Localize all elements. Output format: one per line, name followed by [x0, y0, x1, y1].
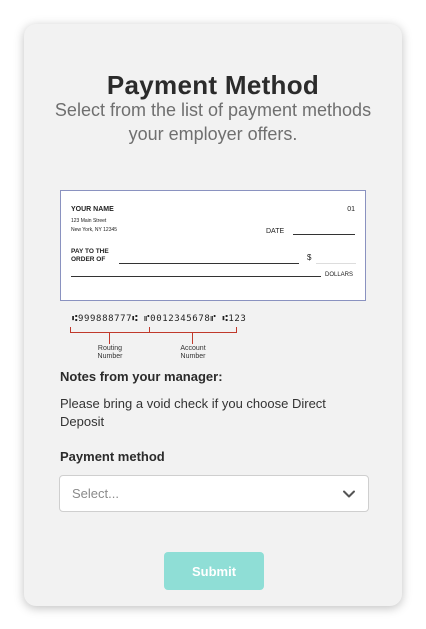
notes-text: Please bring a void check if you choose … — [60, 396, 326, 429]
check-dollar-sign: $ — [307, 253, 312, 262]
check-address-line1: 123 Main Street — [71, 218, 107, 224]
submit-button[interactable]: Submit — [164, 552, 264, 590]
check-dollars-label: DOLLARS — [325, 272, 354, 278]
page-title: Payment Method — [106, 70, 320, 100]
chevron-down-icon — [343, 490, 355, 498]
check-number: 01 — [347, 206, 355, 213]
check-micr: ⑆123 — [222, 314, 247, 324]
check-date-line — [293, 234, 355, 235]
check-name: YOUR NAME — [71, 206, 114, 213]
check: YOUR NAME 123 Main Street New York, NY 1… — [60, 190, 366, 301]
check-micr-line: ⑆999888777⑆ ⑈0012345678⑈ ⑆123 — [72, 314, 252, 324]
page-subtitle: Select from the list of payment methods … — [54, 100, 372, 144]
routing-micr: ⑆999888777⑆ — [72, 314, 139, 324]
account-pointer — [192, 332, 193, 344]
check-address-line2: New York, NY 12345 — [71, 227, 118, 233]
routing-pointer — [109, 332, 110, 344]
payment-method-card: Payment Method Select from the list of p… — [24, 24, 402, 606]
check-pay-to-text: PAY TO THE ORDER OF — [71, 248, 109, 263]
notes-heading: Notes from your manager: — [60, 369, 223, 384]
check-amount-box — [316, 252, 356, 264]
account-micr: ⑈0012345678⑈ — [144, 314, 217, 324]
routing-label: Routing Number — [97, 345, 123, 360]
payment-method-select[interactable]: Select... — [59, 475, 369, 512]
check-dollars-line — [71, 276, 321, 277]
account-bracket — [149, 327, 237, 333]
check-payee-line — [119, 263, 299, 264]
payment-method-label: Payment method — [60, 449, 165, 464]
routing-bracket — [70, 327, 150, 333]
check-date-label: DATE — [266, 228, 285, 235]
payment-method-selected: Select... — [72, 486, 119, 501]
account-label: Account Number — [180, 345, 206, 360]
check-pay-to: PAY TO THE ORDER OF — [71, 248, 113, 264]
sample-check-image: YOUR NAME 123 Main Street New York, NY 1… — [58, 188, 370, 360]
